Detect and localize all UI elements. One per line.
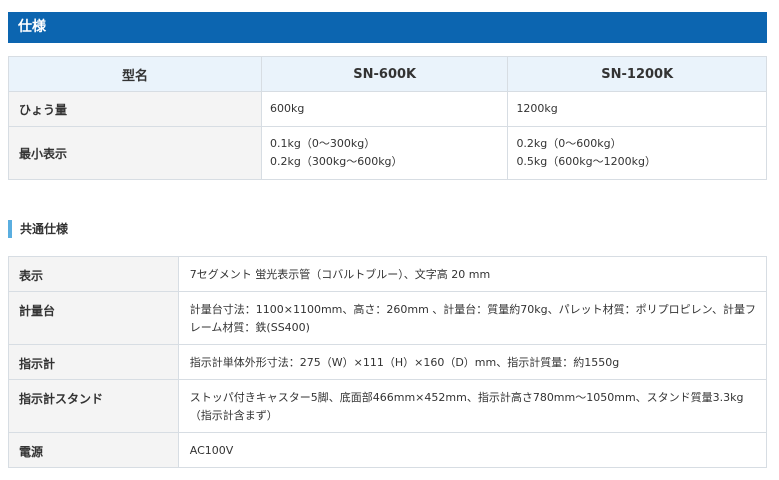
page-title: 仕様	[18, 19, 46, 35]
cell-value: 7セグメント 蛍光表示管（コバルトブルー）、文字高 20 mm	[177, 256, 768, 292]
common-row-power: 電源 AC100V	[8, 432, 768, 468]
row-label: 計量台	[8, 291, 179, 345]
spec-table: 型名 SN-600K SN-1200K ひょう量 600kg 1200kg 最小…	[8, 56, 767, 180]
cell-line: 0.5kg（600kg〜1200kg）	[516, 155, 656, 168]
common-spec-table: 表示 7セグメント 蛍光表示管（コバルトブルー）、文字高 20 mm 計量台 計…	[8, 256, 768, 468]
col-header-sn1200k: SN-1200K	[507, 56, 767, 92]
cell-value: 0.1kg（0〜300kg） 0.2kg（300kg〜600kg）	[260, 126, 509, 180]
cell-line: 指示計単体外形寸法：275（W）×111（H）×160（D）mm、指示計質量：約…	[189, 356, 620, 369]
page-header: 仕様	[8, 12, 767, 43]
cell-line: 0.2kg（0〜600kg）	[516, 137, 622, 150]
row-label: 指示計	[8, 344, 179, 380]
cell-value: 0.2kg（0〜600kg） 0.5kg（600kg〜1200kg）	[507, 126, 767, 180]
cell-value: 600kg	[260, 91, 509, 127]
cell-value: 計量台寸法：1100×1100mm、高さ：260mm 、計量台：質量約70kg、…	[177, 291, 768, 345]
cell-value: ストッパ付きキャスター5脚、底面部466mm×452mm、指示計高さ780mm〜…	[177, 379, 768, 433]
cell-value: 指示計単体外形寸法：275（W）×111（H）×160（D）mm、指示計質量：約…	[177, 344, 768, 380]
row-label: 最小表示	[8, 126, 262, 180]
row-label: 電源	[8, 432, 179, 468]
common-row-platform: 計量台 計量台寸法：1100×1100mm、高さ：260mm 、計量台：質量約7…	[8, 291, 768, 345]
cell-line: AC100V	[189, 444, 234, 457]
spec-row-min-display: 最小表示 0.1kg（0〜300kg） 0.2kg（300kg〜600kg） 0…	[8, 126, 767, 180]
common-row-stand: 指示計スタンド ストッパ付きキャスター5脚、底面部466mm×452mm、指示計…	[8, 379, 768, 433]
cell-line: ストッパ付きキャスター5脚、底面部466mm×452mm、指示計高さ780mm〜…	[189, 391, 744, 404]
cell-line: （指示計含まず）	[189, 409, 278, 422]
row-label: 表示	[8, 256, 179, 292]
cell-line: 0.2kg（300kg〜600kg）	[270, 155, 403, 168]
common-row-indicator: 指示計 指示計単体外形寸法：275（W）×111（H）×160（D）mm、指示計…	[8, 344, 768, 380]
cell-value: 1200kg	[507, 91, 767, 127]
cell-line: 600kg	[270, 102, 305, 115]
cell-line: 計量台寸法：1100×1100mm、高さ：260mm 、計量台：質量約70kg、…	[189, 303, 756, 316]
spec-header-row: 型名 SN-600K SN-1200K	[8, 56, 767, 92]
row-label: ひょう量	[8, 91, 262, 127]
spec-row-capacity: ひょう量 600kg 1200kg	[8, 91, 767, 127]
common-spec-title: 共通仕様	[8, 220, 68, 238]
cell-line: 0.1kg（0〜300kg）	[270, 137, 376, 150]
cell-line: 7セグメント 蛍光表示管（コバルトブルー）、文字高 20 mm	[189, 268, 491, 281]
col-header-model: 型名	[8, 56, 262, 92]
cell-line: 1200kg	[516, 102, 558, 115]
cell-line: レーム材質：鉄(SS400)	[189, 321, 310, 334]
common-row-display: 表示 7セグメント 蛍光表示管（コバルトブルー）、文字高 20 mm	[8, 256, 768, 292]
col-header-sn600k: SN-600K	[260, 56, 509, 92]
cell-value: AC100V	[177, 432, 768, 468]
row-label: 指示計スタンド	[8, 379, 179, 433]
